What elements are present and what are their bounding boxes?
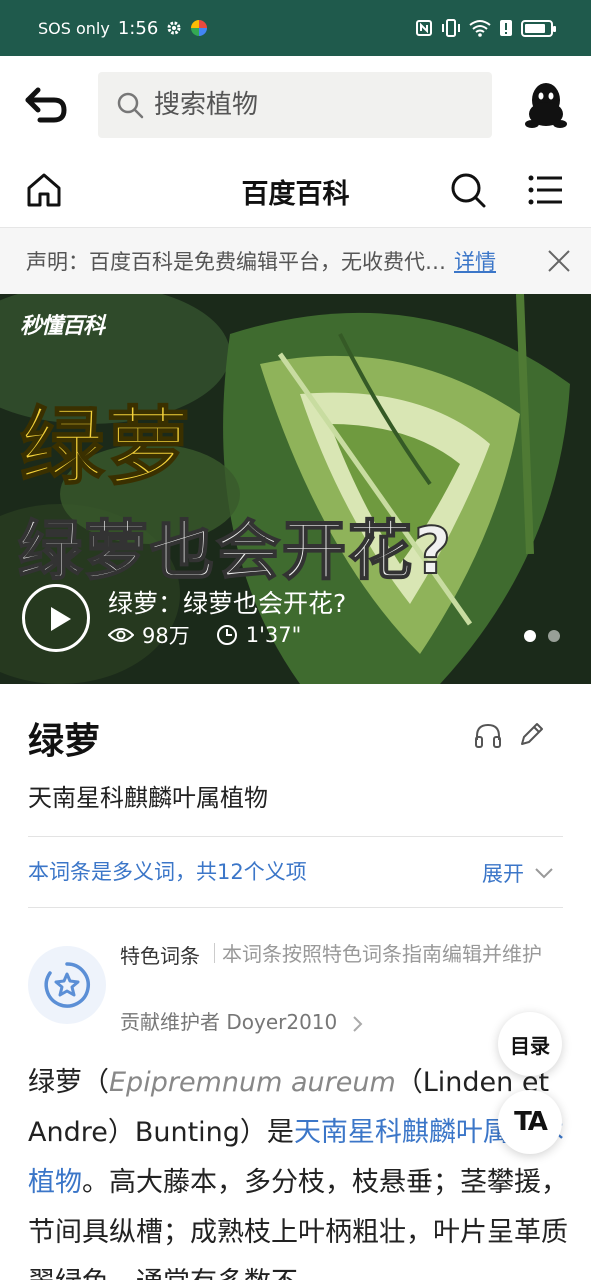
search-header [0, 56, 591, 156]
entry-title: 绿萝 [28, 721, 101, 762]
edit-icon[interactable] [518, 720, 546, 748]
polysemy-notice[interactable]: 本词条是多义词，共12个义项 [28, 856, 307, 886]
video-duration: 1'37" [245, 623, 302, 647]
back-icon[interactable] [22, 84, 70, 128]
search-icon [117, 92, 144, 119]
search-box[interactable] [98, 72, 492, 138]
baike-nav: 百度百科 [0, 156, 591, 228]
disclaimer-notice: 声明：百度百科是免费编辑平台，无收费代… 详情 [0, 228, 591, 294]
chevron-down-icon [535, 868, 553, 879]
menu-icon[interactable] [528, 174, 562, 206]
chevron-right-icon [352, 1015, 363, 1032]
carousel-dot[interactable] [524, 630, 536, 642]
battery-level [525, 23, 545, 33]
search-input[interactable] [154, 90, 474, 120]
alert-icon [500, 20, 512, 36]
video-caption: 绿萝：绿萝也会开花? [108, 589, 347, 618]
carrier-label: SOS only [38, 18, 110, 38]
divider [28, 836, 563, 837]
home-icon[interactable] [26, 172, 62, 208]
notice-details-link[interactable]: 详情 [454, 246, 496, 276]
status-bar: SOS only 1:56 [0, 0, 591, 56]
carousel-dot[interactable] [548, 630, 560, 642]
maintainer-text: 贡献维护者 Doyer2010 [120, 1010, 338, 1034]
entry-body: 绿萝（Epipremnum aureum（Linden et Andre）Bun… [28, 1058, 573, 1280]
search-icon[interactable] [450, 172, 486, 208]
eye-icon [108, 628, 134, 642]
battery-icon [521, 19, 556, 37]
body-text: 。高大藤本，多分枝，枝悬垂；茎攀援，节间具纵槽；成熟枝上叶柄粗壮，叶片呈革质翠绿… [28, 1167, 568, 1280]
ta-button[interactable]: TA [498, 1090, 562, 1154]
video-headline-1: 绿萝 [19, 397, 193, 497]
carousel-dots [524, 630, 560, 642]
qq-avatar-icon[interactable] [524, 80, 568, 130]
latin-name: Epipremnum aureum [109, 1067, 396, 1098]
close-icon[interactable] [546, 248, 572, 274]
notice-text: 声明：百度百科是免费编辑平台，无收费代… [26, 250, 446, 274]
nfc-icon [416, 20, 432, 36]
app-icon [191, 20, 208, 36]
clock-icon [216, 625, 237, 645]
video-banner[interactable]: 秒懂百科 绿萝 绿萝也会开花? 绿萝：绿萝也会开花? 98万 1'37" [0, 294, 591, 684]
vibrate-icon [442, 19, 460, 37]
body-text: 绿萝（ [28, 1067, 109, 1098]
wifi-icon [469, 20, 491, 37]
separator [214, 943, 215, 963]
page-title: 百度百科 [241, 179, 350, 210]
maintainer-link[interactable]: 贡献维护者 Doyer2010 [120, 1006, 364, 1035]
video-meta: 98万 1'37" [108, 620, 301, 650]
view-count: 98万 [142, 624, 190, 648]
video-source-logo: 秒懂百科 [20, 314, 105, 339]
featured-badge-icon [28, 946, 106, 1024]
expand-label: 展开 [482, 862, 524, 886]
featured-label: 特色词条 [120, 944, 200, 968]
video-headline-2: 绿萝也会开花? [17, 514, 454, 590]
gear-icon [167, 21, 181, 35]
expand-button[interactable]: 展开 [482, 858, 554, 888]
headphones-icon[interactable] [474, 722, 502, 750]
entry-subtitle: 天南星科麒麟叶属植物 [28, 784, 268, 812]
clock: 1:56 [117, 17, 159, 39]
divider [28, 907, 563, 908]
toc-button[interactable]: 目录 [498, 1012, 562, 1076]
play-button[interactable] [22, 584, 90, 652]
